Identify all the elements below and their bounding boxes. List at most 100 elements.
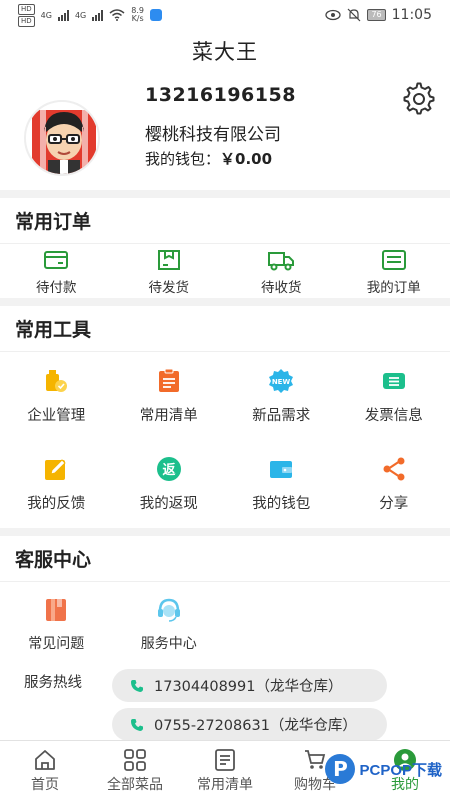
signal-label-1: 4G <box>40 10 52 20</box>
order-pending-receive[interactable]: 待收货 <box>225 244 338 298</box>
tools-grid-row2: 我的反馈 返 我的返现 我的钱包 分享 <box>0 440 450 528</box>
avatar-cartoon-icon <box>26 102 98 174</box>
tools-card: 常用工具 企业管理 常用清单 NEW 新品需求 发票信息 我的反馈 返 我的返现… <box>0 306 450 528</box>
invoice-icon <box>382 372 405 389</box>
tools-title: 常用工具 <box>0 306 450 352</box>
tab-common-list[interactable]: 常用清单 <box>180 741 270 800</box>
hotline-pill-1[interactable]: 17304408991（龙华仓库） <box>112 669 387 702</box>
tab-home[interactable]: 首页 <box>0 741 90 800</box>
phone-icon <box>131 718 143 731</box>
tool-label: 分享 <box>379 495 409 512</box>
order-label: 我的订单 <box>366 279 421 296</box>
order-label: 待收货 <box>261 279 302 296</box>
wallet-amount: ￥0.00 <box>220 150 273 168</box>
phone-icon <box>131 679 143 692</box>
home-icon <box>35 749 55 770</box>
hotline-pill-2[interactable]: 0755-27208631（龙华仓库） <box>112 708 387 741</box>
cashback-icon: 返 <box>156 456 181 481</box>
clock: 11:05 <box>391 7 432 23</box>
order-pending-ship[interactable]: 待发货 <box>113 244 226 298</box>
clipboard-icon <box>158 368 179 392</box>
orders-card: 常用订单 待付款 待发货 待收货 我的订单 <box>0 198 450 298</box>
grid-icon <box>124 748 146 771</box>
service-faq[interactable]: 常见问题 <box>0 582 113 668</box>
new-badge-icon: NEW <box>269 368 294 393</box>
list-icon <box>215 748 235 771</box>
watermark: P PCPOP下载 <box>325 754 442 784</box>
feedback-edit-icon <box>45 458 66 480</box>
settings-gear-icon[interactable] <box>402 82 436 116</box>
service-center[interactable]: 服务中心 <box>113 582 226 668</box>
tool-label: 我的反馈 <box>27 495 86 512</box>
status-right: 76 11:05 <box>325 7 432 23</box>
wallet-label: 我的钱包： <box>145 150 221 168</box>
svg-text:返: 返 <box>162 463 175 478</box>
tool-label: 我的钱包 <box>252 495 311 512</box>
wallet-balance[interactable]: 我的钱包：￥0.00 <box>145 148 272 169</box>
profile-section: 13216196158 樱桃科技有限公司 我的钱包：￥0.00 <box>0 72 450 190</box>
tool-common-list[interactable]: 常用清单 <box>113 352 226 440</box>
wallet-icon <box>270 460 293 478</box>
service-label: 常见问题 <box>28 636 85 652</box>
tool-feedback[interactable]: 我的反馈 <box>0 440 113 528</box>
eye-icon <box>325 9 342 21</box>
service-label: 服务中心 <box>140 636 197 652</box>
tool-label: 发票信息 <box>364 407 423 424</box>
avatar[interactable] <box>24 100 100 176</box>
watermark-text: PCPOP下载 <box>359 761 442 779</box>
page-title: 菜大王 <box>0 30 450 72</box>
service-grid: 常见问题 服务中心 <box>0 582 225 668</box>
wifi-icon <box>109 9 125 21</box>
faq-book-icon <box>46 599 67 621</box>
app-notification-icon <box>149 9 162 21</box>
order-label: 待付款 <box>36 279 77 296</box>
tool-label: 常用清单 <box>139 407 198 424</box>
svg-text:NEW: NEW <box>272 378 291 386</box>
net-speed: 8.9 K/s <box>131 7 144 23</box>
hd-badge-2: HD <box>18 15 35 27</box>
truck-icon <box>268 251 295 270</box>
signal-bars-icon-2 <box>92 9 104 21</box>
tool-cashback[interactable]: 返 我的返现 <box>113 440 226 528</box>
battery-icon: 76 <box>367 9 386 21</box>
tool-label: 我的返现 <box>139 495 198 512</box>
order-label: 待发货 <box>148 279 190 296</box>
tab-label: 首页 <box>31 776 59 793</box>
tool-enterprise[interactable]: 企业管理 <box>0 352 113 440</box>
net-speed-unit: K/s <box>131 14 144 23</box>
tool-new-product[interactable]: NEW 新品需求 <box>225 352 338 440</box>
tool-wallet[interactable]: 我的钱包 <box>225 440 338 528</box>
signal-label-2: 4G <box>74 10 87 20</box>
company-name: 樱桃科技有限公司 <box>145 125 281 145</box>
cart-icon <box>305 749 326 769</box>
orders-grid: 待付款 待发货 待收货 我的订单 <box>0 244 450 298</box>
tool-invoice[interactable]: 发票信息 <box>338 352 450 440</box>
tool-label: 企业管理 <box>27 407 86 424</box>
hotline-number: 0755-27208631（龙华仓库） <box>154 718 357 734</box>
status-bar: HD HD 4G 4G 8.9 K/s 76 11:05 <box>0 0 450 30</box>
box-icon <box>157 249 180 270</box>
tab-all-dishes[interactable]: 全部菜品 <box>90 741 180 800</box>
building-icon <box>46 369 68 392</box>
payment-card-icon <box>44 250 69 269</box>
order-pending-payment[interactable]: 待付款 <box>0 244 113 298</box>
user-phone: 13216196158 <box>145 84 296 106</box>
status-left: HD HD 4G 4G 8.9 K/s <box>18 3 162 27</box>
orders-title: 常用订单 <box>0 198 450 244</box>
signal-bars-icon-1 <box>57 9 69 21</box>
tab-label: 全部菜品 <box>107 776 163 793</box>
receipt-icon <box>381 249 406 270</box>
hd-badge-1: HD <box>18 3 35 15</box>
tool-label: 新品需求 <box>252 407 311 424</box>
watermark-logo: P <box>325 754 356 784</box>
tool-share[interactable]: 分享 <box>338 440 450 528</box>
share-icon <box>383 457 405 480</box>
hotline-number: 17304408991（龙华仓库） <box>154 679 343 695</box>
hotline-label: 服务热线 <box>24 675 82 691</box>
tools-grid-row1: 企业管理 常用清单 NEW 新品需求 发票信息 <box>0 352 450 440</box>
mute-bell-icon <box>348 8 361 22</box>
tab-label: 常用清单 <box>197 776 253 793</box>
order-all[interactable]: 我的订单 <box>338 244 450 298</box>
service-title: 客服中心 <box>0 536 450 582</box>
headset-icon <box>157 598 180 622</box>
